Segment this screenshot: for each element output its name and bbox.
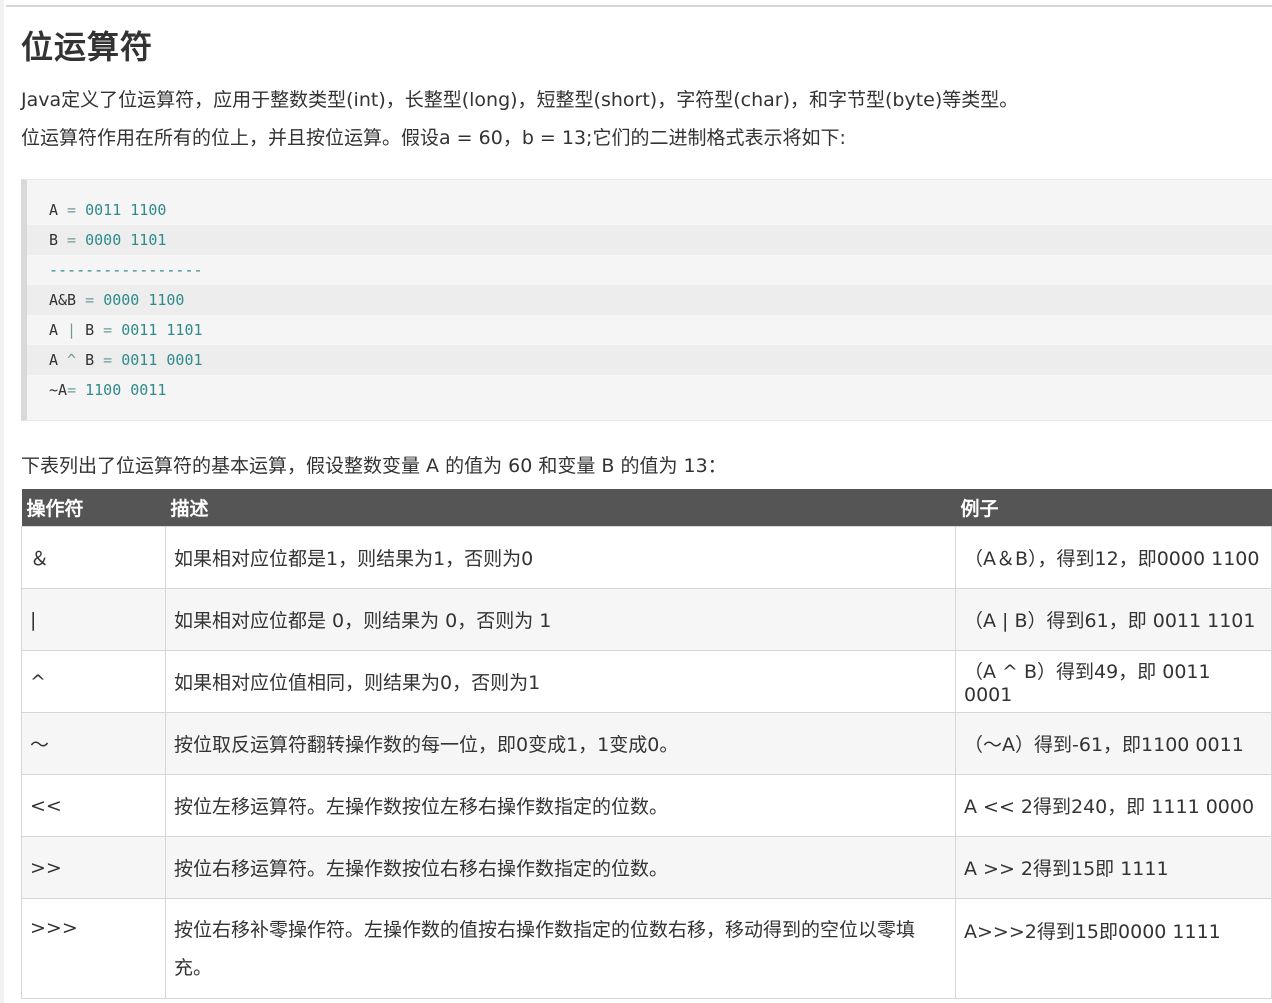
table-header-row: 操作符 描述 例子 (21, 489, 1272, 527)
header-description: 描述 (165, 489, 956, 527)
page-left-border (0, 0, 4, 1003)
code-line: A | B = 0011 1101 (49, 321, 203, 339)
description-cell: 按位左移运算符。左操作数按位左移右操作数指定的位数。 (165, 774, 956, 837)
operator-cell: 〜 (21, 712, 166, 775)
example-cell: A>>>2得到15即0000 1111 (955, 898, 1272, 999)
table-row: 〜 按位取反运算符翻转操作数的每一位，即0变成1，1变成0。 （〜A）得到-61… (21, 712, 1272, 775)
code-line: A ^ B = 0011 0001 (27, 345, 1272, 375)
intro-paragraph-2: 位运算符作用在所有的位上，并且按位运算。假设a = 60，b = 13;它们的二… (21, 127, 846, 149)
header-operator: 操作符 (21, 489, 166, 527)
operator-cell: << (21, 774, 166, 837)
table-intro: 下表列出了位运算符的基本运算，假设整数变量 A 的值为 60 和变量 B 的值为… (21, 455, 727, 477)
example-cell: （A | B）得到61，即 0011 1101 (955, 588, 1272, 651)
description-cell: 如果相对应位都是1，则结果为1，否则为0 (165, 526, 956, 589)
table-row: << 按位左移运算符。左操作数按位左移右操作数指定的位数。 A << 2得到24… (21, 774, 1272, 837)
code-line: ~A= 1100 0011 (49, 381, 167, 399)
example-cell: A >> 2得到15即 1111 (955, 836, 1272, 899)
code-line: A&B = 0000 1100 (27, 285, 1272, 315)
description-cell: 按位右移运算符。左操作数按位右移右操作数指定的位数。 (165, 836, 956, 899)
table-row: ＆ 如果相对应位都是1，则结果为1，否则为0 （A＆B），得到12，即0000 … (21, 526, 1272, 589)
code-block: A = 0011 1100 B = 0000 1101 ------------… (21, 179, 1272, 421)
top-divider (6, 5, 1272, 7)
operator-cell: ^ (21, 650, 166, 713)
section-heading: 位运算符 (21, 28, 154, 66)
example-cell: （A＆B），得到12，即0000 1100 (955, 526, 1272, 589)
header-example: 例子 (955, 489, 1272, 527)
table-row: | 如果相对应位都是 0，则结果为 0，否则为 1 （A | B）得到61，即 … (21, 588, 1272, 651)
description-cell: 按位右移补零操作符。左操作数的值按右操作数指定的位数右移，移动得到的空位以零填充… (165, 898, 956, 999)
table-row: >> 按位右移运算符。左操作数按位右移右操作数指定的位数。 A >> 2得到15… (21, 836, 1272, 899)
example-cell: （A ^ B）得到49，即 0011 0001 (955, 650, 1272, 713)
code-line: B = 0000 1101 (27, 225, 1272, 255)
example-cell: （〜A）得到-61，即1100 0011 (955, 712, 1272, 775)
description-cell: 按位取反运算符翻转操作数的每一位，即0变成1，1变成0。 (165, 712, 956, 775)
description-cell: 如果相对应位值相同，则结果为0，否则为1 (165, 650, 956, 713)
code-line: ----------------- (49, 261, 203, 279)
intro-paragraph-1: Java定义了位运算符，应用于整数类型(int)，长整型(long)，短整型(s… (21, 89, 1019, 111)
table-row: >>> 按位右移补零操作符。左操作数的值按右操作数指定的位数右移，移动得到的空位… (21, 898, 1272, 999)
operator-table: 操作符 描述 例子 ＆ 如果相对应位都是1，则结果为1，否则为0 （A＆B），得… (21, 489, 1272, 999)
code-line: A = 0011 1100 (49, 201, 167, 219)
description-cell: 如果相对应位都是 0，则结果为 0，否则为 1 (165, 588, 956, 651)
operator-cell: ＆ (21, 526, 166, 589)
example-cell: A << 2得到240，即 1111 0000 (955, 774, 1272, 837)
operator-cell: | (21, 588, 166, 651)
operator-cell: >> (21, 836, 166, 899)
operator-cell: >>> (21, 898, 166, 999)
table-row: ^ 如果相对应位值相同，则结果为0，否则为1 （A ^ B）得到49，即 001… (21, 650, 1272, 713)
